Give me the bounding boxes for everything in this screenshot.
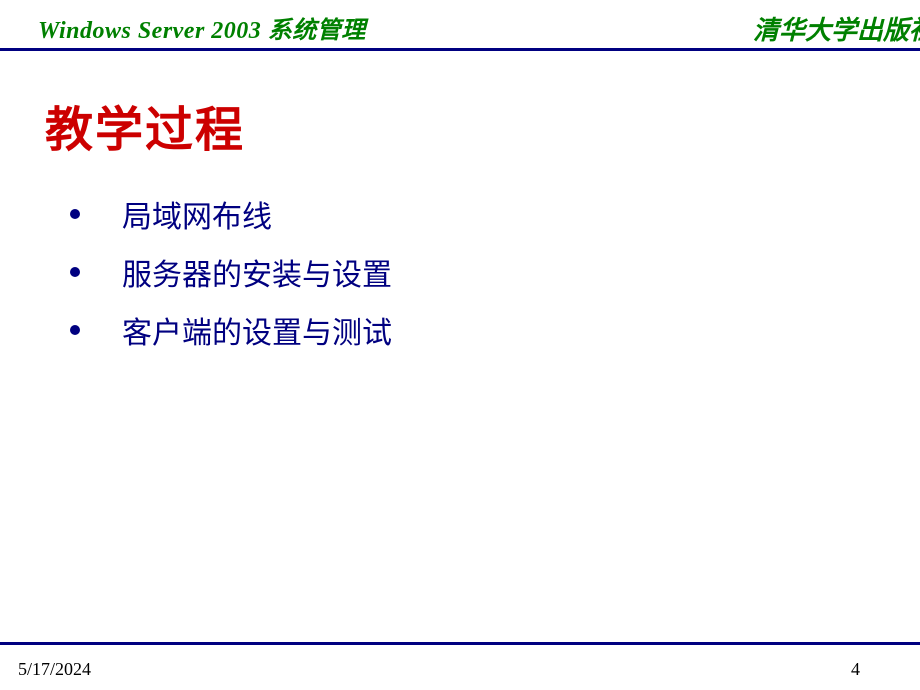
header-publisher: 清华大学出版社 bbox=[753, 10, 920, 47]
footer-content: 5/17/2024 4 bbox=[0, 659, 920, 680]
header-divider bbox=[0, 48, 920, 51]
list-item: 服务器的安装与设置 bbox=[70, 250, 875, 294]
bullet-text: 服务器的安装与设置 bbox=[122, 250, 392, 294]
footer-date: 5/17/2024 bbox=[18, 659, 91, 680]
slide-title: 教学过程 bbox=[45, 90, 875, 160]
list-item: 局域网布线 bbox=[70, 192, 875, 236]
list-item: 客户端的设置与测试 bbox=[70, 308, 875, 352]
bullet-icon bbox=[70, 267, 80, 277]
slide-content: 教学过程 局域网布线 服务器的安装与设置 客户端的设置与测试 bbox=[0, 60, 920, 352]
bullet-text: 局域网布线 bbox=[122, 192, 272, 236]
bullet-list: 局域网布线 服务器的安装与设置 客户端的设置与测试 bbox=[45, 192, 875, 352]
footer-page-number: 4 bbox=[851, 659, 860, 680]
header-title-left: Windows Server 2003 系统管理 bbox=[38, 10, 366, 45]
bullet-icon bbox=[70, 209, 80, 219]
bullet-icon bbox=[70, 325, 80, 335]
bullet-text: 客户端的设置与测试 bbox=[122, 308, 392, 352]
slide-footer: 5/17/2024 4 bbox=[0, 642, 920, 690]
slide-header: Windows Server 2003 系统管理 清华大学出版社 bbox=[0, 0, 920, 60]
footer-divider bbox=[0, 642, 920, 645]
